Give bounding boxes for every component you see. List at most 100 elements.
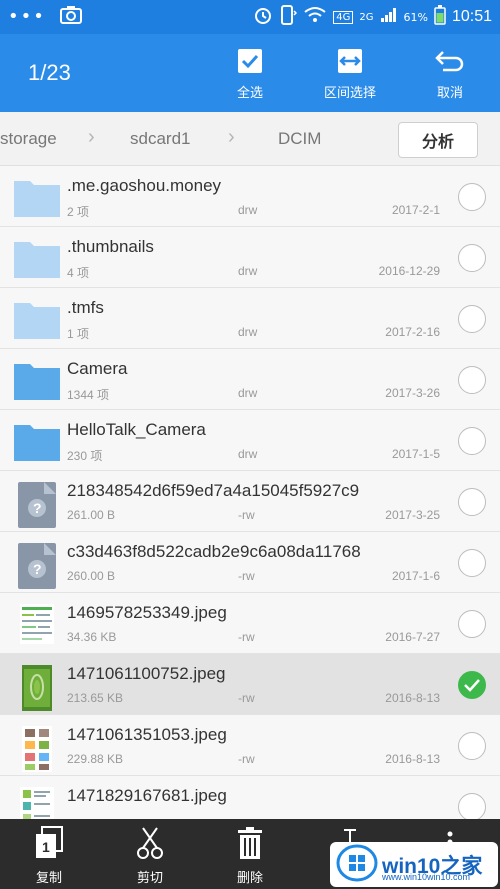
folder-icon: [14, 360, 60, 400]
file-name: HelloTalk_Camera: [67, 420, 206, 439]
file-row[interactable]: .thumbnails 4 项 drw 2016-12-29: [0, 227, 500, 288]
battery-icon: [434, 5, 446, 29]
file-name: .me.gaoshou.money: [67, 176, 222, 195]
cancel-button[interactable]: 取消: [410, 44, 490, 101]
file-date: 2016-8-13: [385, 752, 440, 766]
file-permissions: drw: [238, 386, 258, 400]
breadcrumb: storage › sdcard1 › DCIM 分析: [0, 112, 500, 166]
range-select-icon: [310, 44, 390, 78]
select-checkbox[interactable]: [458, 549, 486, 577]
select-checkbox[interactable]: [458, 488, 486, 516]
chevron-right-icon: ›: [88, 126, 95, 148]
camera-notification-icon: [59, 6, 82, 28]
select-checkbox[interactable]: [458, 366, 486, 394]
file-row[interactable]: .me.gaoshou.money 2 项 drw 2017-2-1: [0, 166, 500, 227]
unknown-file-icon: ?: [14, 543, 60, 589]
selected-check-icon[interactable]: [458, 671, 486, 699]
signal-icon: [380, 7, 398, 27]
copy-button[interactable]: 1 复制: [14, 825, 84, 886]
file-row[interactable]: .tmfs 1 项 drw 2017-2-16: [0, 288, 500, 349]
trash-icon: [215, 825, 285, 861]
copy-label: 复制: [35, 871, 62, 886]
delete-label: 删除: [236, 871, 263, 886]
file-row[interactable]: HelloTalk_Camera 230 项 drw 2017-1-5: [0, 410, 500, 471]
cut-label: 剪切: [136, 871, 163, 886]
clock: 10:51: [451, 8, 492, 25]
file-meta: 261.00 B: [67, 508, 116, 522]
file-meta: 1 项: [67, 327, 90, 341]
file-date: 2017-3-26: [385, 386, 440, 400]
back-arrow-icon: [410, 44, 490, 78]
folder-icon: [14, 421, 60, 461]
select-checkbox[interactable]: [458, 732, 486, 760]
file-meta: 230 项: [67, 449, 103, 463]
image-thumbnail: [14, 604, 60, 644]
select-all-label: 全选: [236, 86, 263, 101]
select-checkbox[interactable]: [458, 793, 486, 821]
file-name: Camera: [67, 359, 128, 378]
network-4g-badge: 4G: [333, 10, 354, 24]
win10-watermark: win10之家 www.win10win10.com: [330, 842, 498, 887]
alarm-icon: [253, 5, 273, 29]
checkbox-icon: [210, 44, 290, 78]
windows-logo-icon: [336, 844, 378, 886]
network-2g-badge: 2G: [359, 11, 374, 23]
file-permissions: -rw: [238, 508, 255, 522]
battery-percent: 61%: [403, 10, 428, 24]
file-name: 218348542d6f59ed7a4a15045f5927c9: [67, 481, 360, 500]
svg-text:1: 1: [42, 839, 50, 855]
watermark-url: www.win10win10.com: [382, 872, 471, 882]
file-permissions: drw: [238, 264, 258, 278]
select-checkbox[interactable]: [458, 244, 486, 272]
cancel-label: 取消: [436, 86, 463, 101]
file-row[interactable]: 1471061100752.jpeg 213.65 KB -rw 2016-8-13: [0, 654, 500, 715]
image-thumbnail: [14, 726, 60, 772]
file-meta: 260.00 B: [67, 569, 116, 583]
cut-button[interactable]: 剪切: [115, 825, 185, 886]
image-thumbnail: [14, 665, 60, 711]
file-name: c33d463f8d522cadb2e9c6a08da11768: [67, 542, 361, 561]
selection-app-bar: 1/23 全选 区间选择 取消: [0, 34, 500, 112]
file-permissions: drw: [238, 325, 258, 339]
select-checkbox[interactable]: [458, 305, 486, 333]
file-name: 1471829167681.jpeg: [67, 786, 227, 805]
svg-text:?: ?: [33, 561, 42, 577]
file-row[interactable]: ? c33d463f8d522cadb2e9c6a08da11768 260.00 …: [0, 532, 500, 593]
select-checkbox[interactable]: [458, 183, 486, 211]
file-row[interactable]: 1469578253349.jpeg 34.36 KB -rw 2016-7-27: [0, 593, 500, 654]
select-checkbox[interactable]: [458, 610, 486, 638]
file-row[interactable]: ? 218348542d6f59ed7a4a15045f5927c9 261.00 …: [0, 471, 500, 532]
file-permissions: -rw: [238, 569, 255, 583]
breadcrumb-dcim[interactable]: DCIM: [278, 129, 321, 149]
file-row[interactable]: Camera 1344 项 drw 2017-3-26: [0, 349, 500, 410]
range-select-button[interactable]: 区间选择: [310, 44, 390, 101]
file-name: .thumbnails: [67, 237, 154, 256]
more-notifications-icon: •••: [8, 6, 46, 27]
select-all-button[interactable]: 全选: [210, 44, 290, 101]
copy-icon: 1: [14, 825, 84, 861]
file-date: 2017-2-16: [385, 325, 440, 339]
breadcrumb-sdcard1[interactable]: sdcard1: [130, 129, 190, 149]
file-meta: 34.36 KB: [67, 630, 117, 644]
delete-button[interactable]: 删除: [215, 825, 285, 886]
file-manager-screen: ••• 4G 2G 61% 10:51 1/23 全选 区间选择 取消 stor…: [0, 0, 500, 889]
scissors-icon: [115, 825, 185, 861]
file-permissions: -rw: [238, 691, 255, 705]
svg-text:?: ?: [33, 500, 42, 516]
file-date: 2017-3-25: [385, 508, 440, 522]
analyze-button[interactable]: 分析: [398, 122, 478, 158]
file-permissions: -rw: [238, 630, 255, 644]
file-list: .me.gaoshou.money 2 项 drw 2017-2-1 .thumbnai…: [0, 166, 500, 837]
range-select-label: 区间选择: [323, 86, 376, 101]
file-date: 2017-1-5: [391, 447, 440, 461]
file-permissions: drw: [238, 447, 258, 461]
folder-icon: [14, 299, 60, 339]
file-name: .tmfs: [67, 298, 104, 317]
file-meta: 4 项: [67, 266, 90, 280]
file-permissions: drw: [238, 203, 258, 217]
breadcrumb-storage[interactable]: storage: [0, 129, 57, 149]
select-checkbox[interactable]: [458, 427, 486, 455]
file-date: 2017-2-1: [391, 203, 440, 217]
file-permissions: -rw: [238, 752, 255, 766]
file-row[interactable]: 1471061351053.jpeg 229.88 KB -rw 2016-8-13: [0, 715, 500, 776]
